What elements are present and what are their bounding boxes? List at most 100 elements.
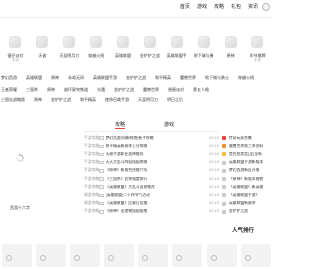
- news-category[interactable]: 手游攻略: [84, 152, 99, 157]
- game-tag-link[interactable]: 第五人格: [193, 87, 209, 92]
- news-row[interactable]: 手游攻略 天天大乱斗阵容搭配攻略 02-10: [84, 159, 219, 167]
- news-title[interactable]: 天谕手游职业选择推荐: [106, 152, 208, 157]
- rank-title[interactable]: 梦幻西游新区开放: [229, 168, 259, 173]
- news-category[interactable]: 手游攻略: [84, 136, 99, 141]
- game-tag-link[interactable]: 金铲铲之战: [126, 75, 146, 80]
- news-title[interactable]: 梦幻西游(如新鲜跑)新手攻略: [106, 136, 208, 141]
- news-title[interactable]: 《原神》圣遗物搭配指南: [106, 209, 208, 214]
- game-tag-link[interactable]: 光遇: [97, 87, 105, 92]
- game-logo-icon[interactable]: [63, 36, 76, 48]
- nav-news[interactable]: 资讯: [248, 4, 258, 10]
- rank-title[interactable]: 《原神》新版本前瞻: [229, 177, 263, 182]
- nav-home[interactable]: 首页: [180, 4, 190, 10]
- featured-banner[interactable]: 西游十六字: [0, 114, 48, 214]
- news-title[interactable]: 《三国杀》武将强度排行: [106, 177, 208, 182]
- game-tag-link[interactable]: 地下城与勇士: [205, 75, 229, 80]
- nav-gifts[interactable]: 礼包: [231, 4, 241, 10]
- hot-game-item[interactable]: 天涯明月刀: [56, 36, 83, 62]
- news-title[interactable]: 《英雄联盟》比赛日竞猜: [106, 201, 208, 206]
- news-row[interactable]: 手游攻略 《三国杀》武将强度排行 02-10: [84, 175, 219, 183]
- game-tag-link[interactable]: 永劫无间: [68, 75, 84, 80]
- game-tag-link[interactable]: 王者荣耀: [1, 87, 17, 92]
- news-category[interactable]: 手游攻略: [84, 177, 99, 182]
- game-logo-icon[interactable]: [170, 36, 183, 48]
- game-tag-link[interactable]: 三国志战略版: [1, 97, 25, 102]
- game-logo-icon[interactable]: [143, 36, 156, 48]
- game-name[interactable]: 地下城与勇: [190, 53, 217, 58]
- game-name[interactable]: 英雄联盟手: [163, 53, 190, 58]
- news-row[interactable]: 手游攻略 《原神》新角色技能介绍 02-10: [84, 167, 219, 175]
- game-logo-icon[interactable]: [117, 36, 129, 48]
- game-tag-link[interactable]: 原神: [51, 75, 59, 80]
- game-tag-link[interactable]: 原神: [47, 87, 55, 92]
- banner-caption[interactable]: 西游十六字: [10, 205, 30, 210]
- game-logo-icon[interactable]: [36, 36, 49, 48]
- rank-item[interactable]: 梦幻西游新区开放: [222, 167, 272, 175]
- game-tag-link[interactable]: 香肠派对: [168, 87, 184, 92]
- hot-game-item[interactable]: 英雄联盟: [110, 36, 137, 62]
- game-tag-link[interactable]: 金铲铲之战: [51, 97, 71, 102]
- news-category[interactable]: 手游攻略: [84, 209, 99, 214]
- rank-item[interactable]: 首先拍卖会(全)全新: [222, 150, 272, 158]
- news-category[interactable]: 手游攻略: [84, 168, 99, 173]
- game-name[interactable]: 原神: [217, 53, 244, 58]
- rank-item[interactable]: 英雄联盟手游新版本: [222, 159, 272, 167]
- popular-game-card[interactable]: [70, 244, 101, 267]
- game-name[interactable]: 天涯明月刀: [56, 53, 83, 58]
- news-category[interactable]: 端游攻略: [84, 193, 99, 198]
- news-title[interactable]: 《原神》新角色技能介绍: [106, 168, 208, 173]
- game-logo-icon[interactable]: [9, 36, 22, 48]
- news-title[interactable]: 天天大乱斗阵容搭配攻略: [106, 160, 208, 165]
- hot-game-item[interactable]: 原神: [217, 36, 244, 62]
- hot-game-item[interactable]: 地下城与勇: [190, 36, 217, 62]
- news-row[interactable]: 端游攻略 《英雄联盟》比赛日竞猜 02-10: [84, 200, 219, 208]
- rank-title[interactable]: 首先拍卖会(全)全新: [229, 152, 262, 157]
- game-logo-icon[interactable]: [224, 36, 237, 48]
- rank-title[interactable]: 魔兽世界第三季资料: [229, 144, 263, 149]
- news-row[interactable]: 手游攻略 天谕手游职业选择推荐 02-10: [84, 150, 219, 158]
- news-title[interactable]: 和平精英新赛季上分攻略: [106, 144, 208, 149]
- rank-item[interactable]: 传奇玩家合集: [222, 134, 272, 142]
- hot-game-item[interactable]: 毕节棋牌 手游: [244, 36, 271, 62]
- rank-title[interactable]: 传奇玩家合集: [229, 136, 252, 141]
- rank-item[interactable]: 《英雄联盟手游》: [222, 191, 272, 199]
- rank-title[interactable]: 英雄联盟新赛季: [229, 201, 256, 206]
- rank-item[interactable]: 英雄联盟新赛季: [222, 200, 272, 208]
- popular-game-card[interactable]: [138, 244, 169, 267]
- game-name[interactable]: 穿越火线: [83, 53, 110, 58]
- rank-title[interactable]: 《英雄联盟手游》: [229, 193, 259, 198]
- hot-game-item[interactable]: 金铲铲之战: [136, 36, 163, 62]
- game-tag-link[interactable]: 明日之后: [167, 97, 183, 102]
- tab-guides[interactable]: 攻略: [115, 122, 126, 129]
- site-logo-icon[interactable]: [262, 3, 270, 11]
- news-category[interactable]: 端游攻略: [84, 201, 99, 206]
- news-row[interactable]: 手游攻略 《英雄联盟》大乱斗出装推荐 02-10: [84, 183, 219, 191]
- game-tag-link[interactable]: 金铲铲之战: [114, 87, 134, 92]
- news-row[interactable]: 手游攻略 和平精英新赛季上分攻略 02-10: [84, 142, 219, 150]
- game-name[interactable]: 英雄联盟: [110, 53, 137, 58]
- popular-game-card[interactable]: [240, 244, 271, 267]
- game-name[interactable]: 天谕: [29, 53, 56, 58]
- game-logo-icon[interactable]: [251, 36, 264, 48]
- news-title[interactable]: 《英雄联盟》大乱斗出装推荐: [106, 185, 208, 190]
- hot-game-item[interactable]: 穿越火线: [83, 36, 110, 62]
- news-row[interactable]: 手游攻略 《原神》圣遗物搭配指南 02-10: [84, 208, 219, 216]
- popular-game-card[interactable]: [2, 244, 32, 267]
- popular-game-card[interactable]: [104, 244, 135, 267]
- game-name[interactable]: 金铲铲之战: [136, 53, 163, 58]
- news-category[interactable]: 手游攻略: [84, 185, 99, 190]
- popular-game-card[interactable]: [206, 244, 237, 267]
- rank-item[interactable]: 《原神》新版本前瞻: [222, 175, 272, 183]
- news-title[interactable]: (英雄联盟)二十四节气活动: [106, 193, 208, 198]
- game-logo-icon[interactable]: [197, 36, 210, 48]
- news-row[interactable]: 端游攻略 (英雄联盟)二十四节气活动 02-10: [84, 191, 219, 199]
- game-tag-link[interactable]: 三国杀: [26, 87, 38, 92]
- hot-game-item[interactable]: 英雄联盟手: [163, 36, 190, 62]
- game-tag-link[interactable]: 崩坏星穹铁道: [64, 87, 88, 92]
- news-category[interactable]: 手游攻略: [84, 144, 99, 149]
- hot-game-item[interactable]: 天谕: [29, 36, 56, 62]
- game-tag-link[interactable]: 穿越火线: [238, 75, 254, 80]
- game-tag-link[interactable]: 魔兽世界: [143, 87, 159, 92]
- news-category[interactable]: 手游攻略: [84, 160, 99, 165]
- tab-games[interactable]: 游戏: [164, 122, 174, 128]
